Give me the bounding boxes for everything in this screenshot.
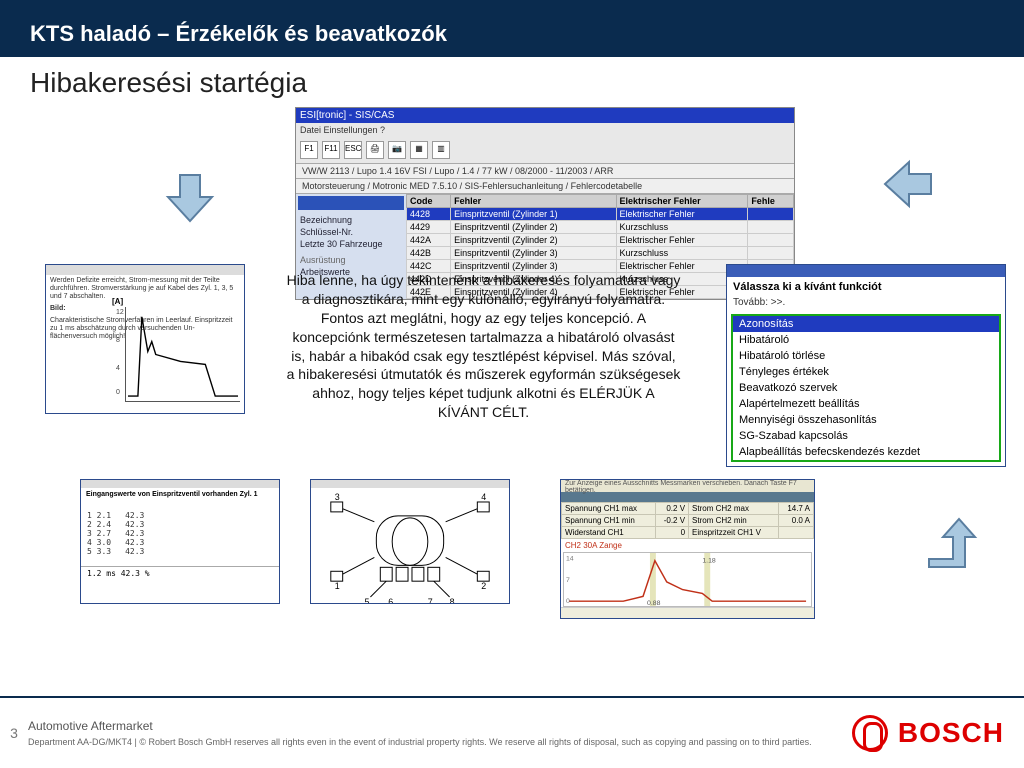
- y-tick: 0: [116, 389, 120, 396]
- list-item: 2 2.4: [87, 520, 111, 529]
- wiring-diagram-panel: 3 4 1 2 5 6 7 8: [310, 479, 510, 604]
- function-item[interactable]: Azonosítás: [733, 316, 999, 332]
- svg-text:0: 0: [566, 598, 570, 605]
- slide-title: Hibakeresési startégia: [0, 57, 1024, 99]
- oscilloscope-panel-1: Werden Defizite erreicht, Strom-messung …: [45, 264, 245, 414]
- page-number: 3: [0, 725, 28, 741]
- bosch-wordmark: BOSCH: [898, 717, 1004, 749]
- y-tick: 12: [116, 309, 124, 316]
- panel-text: Werden Defizite erreicht, Strom-messung …: [46, 275, 244, 303]
- list-icon[interactable]: ▥: [432, 141, 450, 159]
- vehicle-info-2: Motorsteuerung / Motronic MED 7.5.10 / S…: [296, 179, 794, 194]
- function-item[interactable]: Mennyiségi összehasonlítás: [733, 412, 999, 428]
- svg-text:0.88: 0.88: [647, 600, 661, 606]
- sis-menubar[interactable]: Datei Einstellungen ?: [296, 123, 794, 137]
- list-item: 42.3: [125, 511, 144, 520]
- function-subhint: Tovább: >>.: [727, 297, 1005, 312]
- svg-text:3: 3: [335, 492, 340, 502]
- slide-footer: 3 Automotive Aftermarket Department AA-D…: [0, 696, 1024, 768]
- nav-item[interactable]: Bezeichnung: [296, 214, 406, 226]
- list-item: 42.3: [125, 520, 144, 529]
- nav-item[interactable]: Schlüssel-Nr.: [296, 226, 406, 238]
- table-row[interactable]: 442AEinspritzventil (Zylinder 2)Elektris…: [407, 234, 794, 247]
- y-tick: 8: [116, 337, 120, 344]
- svg-text:7: 7: [428, 597, 433, 604]
- nav-group: Ausrüstung: [296, 254, 406, 266]
- esc-button[interactable]: ESC: [344, 141, 362, 159]
- print-icon[interactable]: 🖨: [366, 141, 384, 159]
- bosch-logo: BOSCH: [824, 715, 1024, 751]
- snapshot-icon[interactable]: 📷: [388, 141, 406, 159]
- panel-titlebar: [46, 265, 244, 275]
- function-item[interactable]: Alapértelmezett beállítás: [733, 396, 999, 412]
- list-item: 42.3: [125, 529, 144, 538]
- function-item[interactable]: Beavatkozó szervek: [733, 380, 999, 396]
- oscilloscope-plot: [A] 12 8 4 0: [125, 307, 240, 402]
- list-item: 42.3: [125, 538, 144, 547]
- nav-item[interactable]: Letzte 30 Fahrzeuge: [296, 238, 406, 250]
- vehicle-info-1: VW/W 2113 / Lupo 1.4 16V FSI / Lupo / 1.…: [296, 164, 794, 179]
- list-item: 3 2.7: [87, 529, 111, 538]
- svg-text:8: 8: [450, 597, 455, 604]
- col-elec: Elektrischer Fehler: [616, 195, 748, 208]
- svg-text:14: 14: [566, 556, 574, 563]
- sis-titlebar: ESI[tronic] - SIS/CAS: [296, 108, 794, 123]
- svg-text:2: 2: [481, 581, 486, 591]
- col-extra: Fehle: [748, 195, 794, 208]
- function-heading: Válassza ki a kívánt funkciót: [727, 277, 1005, 297]
- arrow-left-icon: [879, 154, 939, 214]
- function-item[interactable]: SG-Szabad kapcsolás: [733, 428, 999, 444]
- values-heading: Eingangswerte von Einspritzventil vorhan…: [81, 488, 279, 501]
- f1-button[interactable]: F1: [300, 141, 318, 159]
- svg-text:7: 7: [566, 577, 570, 584]
- f11-button[interactable]: F11: [322, 141, 340, 159]
- sis-toolbar[interactable]: F1 F11 ESC 🖨 📷 ▦ ▥: [296, 137, 794, 164]
- grid-icon[interactable]: ▦: [410, 141, 428, 159]
- probe-label: CH2 30A Zange: [561, 539, 814, 552]
- panel-titlebar: [727, 265, 1005, 277]
- footer-brand: Automotive Aftermarket: [28, 719, 814, 733]
- measurement-panel: Zur Anzeige eines Ausschnitts Messmarken…: [560, 479, 815, 619]
- list-item: 5 3.3: [87, 547, 111, 556]
- function-item[interactable]: Hibatároló törlése: [733, 348, 999, 364]
- wiring-diagram-icon: 3 4 1 2 5 6 7 8: [311, 488, 509, 604]
- list-item: 4 3.0: [87, 538, 111, 547]
- bosch-armature-icon: [852, 715, 888, 751]
- y-axis-label: [A]: [112, 297, 123, 306]
- arrow-up-bend-icon: [919, 509, 979, 569]
- col-code: Code: [407, 195, 451, 208]
- function-item[interactable]: Hibatároló: [733, 332, 999, 348]
- footer-legal: Department AA-DG/MKT4 | © Robert Bosch G…: [28, 737, 814, 747]
- measurement-hint: Zur Anzeige eines Ausschnitts Messmarken…: [561, 480, 814, 492]
- list-item: 42.3: [125, 547, 144, 556]
- arrow-down-icon: [160, 167, 220, 227]
- svg-text:6: 6: [388, 597, 393, 604]
- measurement-table: Spannung CH1 max0.2 VStrom CH2 max14.7 A…: [561, 502, 814, 539]
- table-row[interactable]: 4429Einspritzventil (Zylinder 2)Kurzschl…: [407, 221, 794, 234]
- y-tick: 4: [116, 365, 120, 372]
- values-panel: Eingangswerte von Einspritzventil vorhan…: [80, 479, 280, 604]
- function-item[interactable]: Tényleges értékek: [733, 364, 999, 380]
- svg-text:4: 4: [481, 492, 486, 502]
- svg-text:1.18: 1.18: [702, 558, 716, 565]
- list-item: 1 2.1: [87, 511, 111, 520]
- svg-text:1: 1: [335, 581, 340, 591]
- measurement-plot: 0.88 1.18 14 7 0: [563, 552, 812, 607]
- table-row[interactable]: 4428Einspritzventil (Zylinder 1)Elektris…: [407, 208, 794, 221]
- car-tab-icon[interactable]: [298, 196, 404, 210]
- course-header: KTS haladó – Érzékelők és beavatkozók: [0, 15, 1024, 57]
- body-text: Hiba lenne, ha úgy tekintenénk a hibaker…: [286, 271, 681, 422]
- col-fehler: Fehler: [451, 195, 616, 208]
- function-select-panel: Válassza ki a kívánt funkciót Tovább: >>…: [726, 264, 1006, 467]
- function-item[interactable]: Alapbeállítás befecskendezés kezdet: [733, 444, 999, 460]
- table-row[interactable]: 442BEinspritzventil (Zylinder 3)Kurzschl…: [407, 247, 794, 260]
- values-footer: 1.2 ms 42.3 %: [81, 566, 279, 580]
- svg-text:5: 5: [364, 597, 369, 604]
